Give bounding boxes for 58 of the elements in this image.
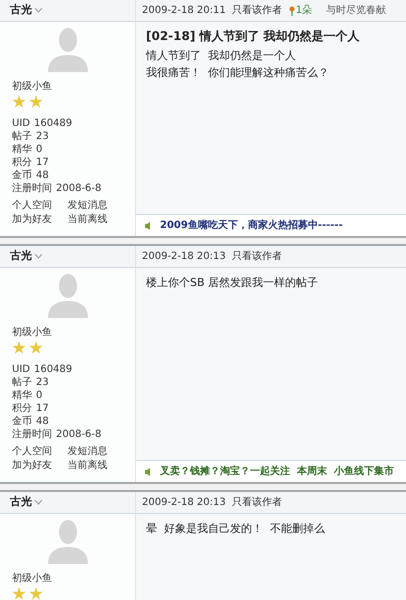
user-rank: 初级小鱼 [12,80,53,93]
stat-value: 17 [36,156,49,169]
post-title: [02-18] 情人节到了 我却仍然是一个人 [146,28,361,45]
signature-text: 与时尽览春献 [326,4,386,18]
profile-link[interactable]: 加为好友 [12,459,68,472]
post-text: 楼上你个SB 居然发跟我一样的帖子 [146,275,320,291]
stat-label: 金币 [12,415,32,428]
profile-link[interactable]: 个人空间 [12,445,68,458]
stat-label: UID [12,117,30,130]
profile-link[interactable]: 发短消息 [68,445,123,458]
stat-value: 0 [36,389,42,402]
stat-value: 48 [36,169,49,182]
author-only-link[interactable]: 只看该作者 [232,3,282,18]
user-rank: 初级小鱼 [12,572,53,585]
stat-label: 帖子 [12,376,32,389]
profile-link[interactable]: 当前离线 [68,459,123,472]
profile-link[interactable]: 发短消息 [68,199,123,212]
flower-icon [288,6,296,16]
author-name[interactable]: 古光 [10,248,32,265]
post-time: 2009-2-18 20:13 [142,250,226,264]
stat-value: 160489 [34,117,72,130]
stat-value: 160489 [34,363,72,376]
post-time: 2009-2-18 20:11 [142,4,226,18]
caret-icon[interactable] [35,8,42,13]
avatar-silhouette-icon [46,518,90,564]
stat-label: 积分 [12,156,32,169]
post-text: 晕 好象是我自己发的！ 不能删掉么 [146,521,326,537]
stat-label: 注册时间 [12,182,52,195]
stat-label: 精华 [12,389,32,402]
author-only-link[interactable]: 只看该作者 [232,495,282,510]
stat-value: 17 [36,402,49,415]
profile-link[interactable]: 当前离线 [68,213,123,226]
flower-count[interactable]: 1朵 [288,3,312,18]
profile-link[interactable]: 加为好友 [12,213,68,226]
stat-label: 帖子 [12,130,32,143]
stat-label: UID [12,363,30,376]
avatar-silhouette-icon [46,26,90,72]
stat-label: 金币 [12,169,32,182]
author-name[interactable]: 古光 [10,494,32,511]
profile-link[interactable]: 个人空间 [12,199,68,212]
stat-value: 2008-6-8 [56,182,102,195]
post-text: 情人节到了 我却仍然是一个人 [146,48,297,64]
stat-value: 2008-6-8 [56,428,102,441]
stat-value: 23 [36,130,49,143]
stat-label: 积分 [12,402,32,415]
caret-icon[interactable] [35,254,42,259]
stat-value: 0 [36,143,42,156]
post-time: 2009-2-18 20:13 [142,496,226,510]
stat-label: 注册时间 [12,428,52,441]
user-rank: 初级小鱼 [12,326,53,339]
caret-icon[interactable] [35,500,42,505]
author-only-link[interactable]: 只看该作者 [232,249,282,264]
author-name[interactable]: 古光 [10,2,32,19]
stat-value: 23 [36,376,49,389]
stat-value: 48 [36,415,49,428]
post-text: 我很痛苦！ 你们能理解这种痛苦么？ [146,65,330,81]
avatar-silhouette-icon [46,272,90,318]
stat-label: 精华 [12,143,32,156]
